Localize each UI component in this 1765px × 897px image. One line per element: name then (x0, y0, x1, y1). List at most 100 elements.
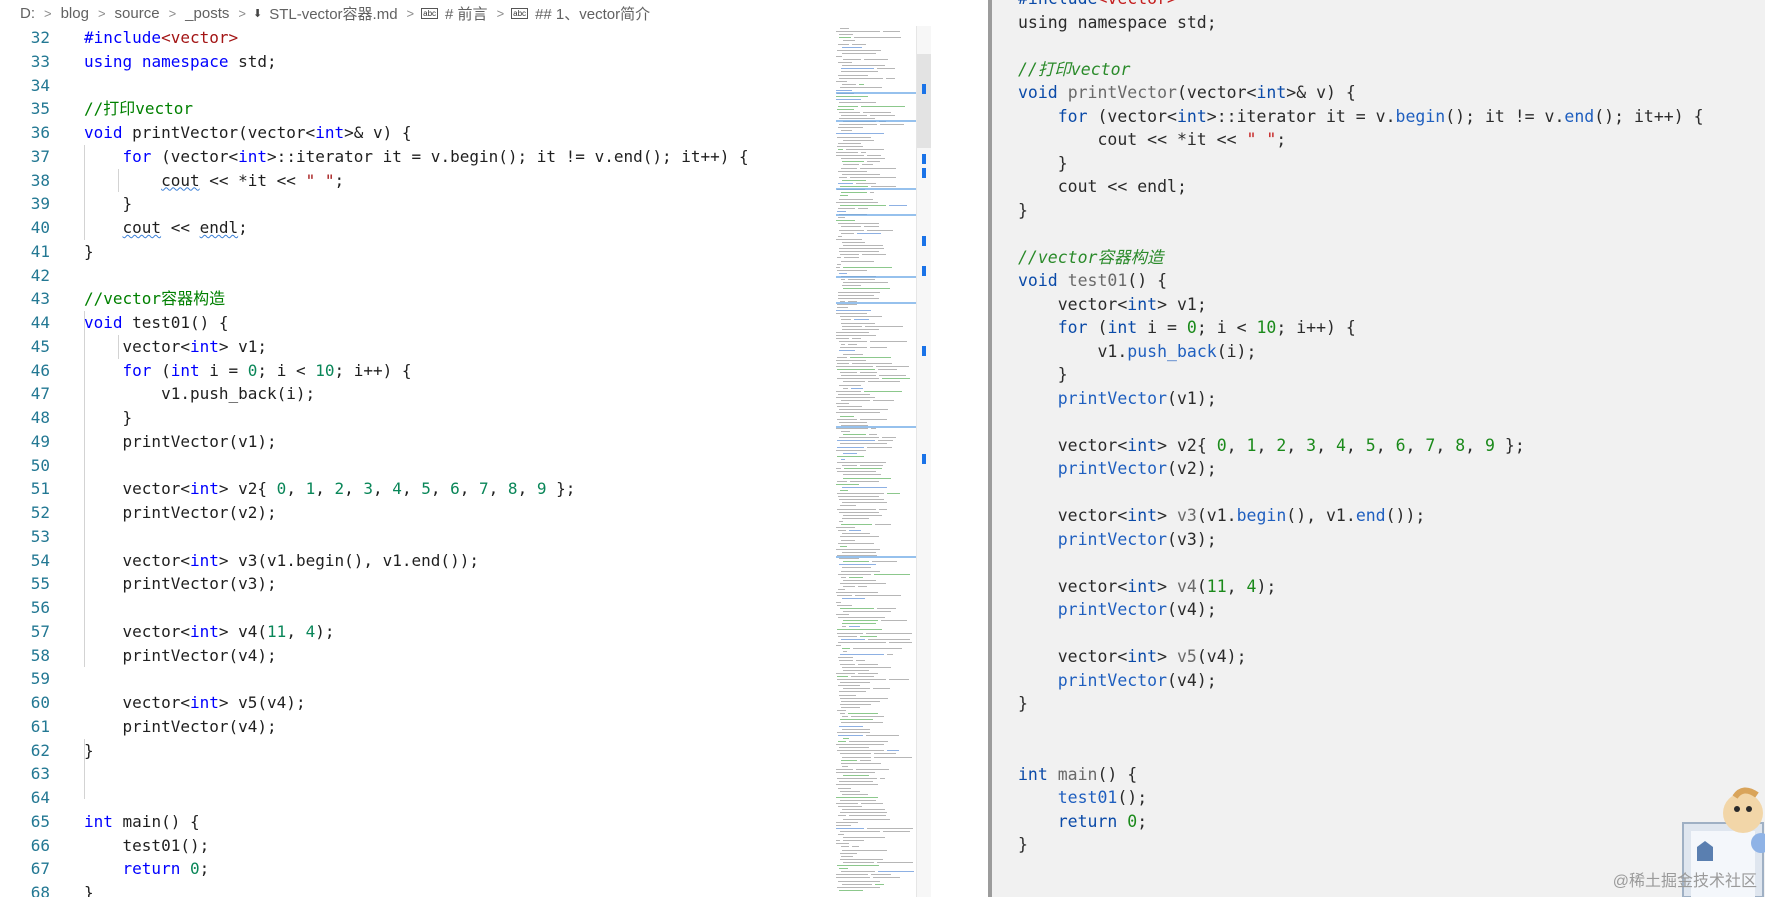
minimap-stroke (838, 734, 863, 736)
minimap-stroke (843, 387, 848, 389)
minimap-stroke (836, 96, 868, 98)
minimap-stroke (842, 849, 887, 851)
minimap-stroke (867, 229, 893, 231)
minimap-stroke (839, 694, 856, 696)
minimap-stroke (842, 765, 848, 767)
breadcrumb-item-drive[interactable]: D: (20, 5, 35, 22)
line-number: 52 (30, 503, 50, 522)
minimap-stroke (839, 889, 863, 891)
minimap-stroke (841, 226, 861, 228)
breadcrumb-item-posts[interactable]: _posts (185, 5, 229, 22)
scrollbar-thumb[interactable] (917, 54, 931, 148)
code-line: printVector(v4); (1057, 670, 1217, 690)
minimap-stroke (841, 400, 870, 401)
breadcrumb-item-heading1[interactable]: # 前言 (445, 3, 488, 24)
minimap-stroke (838, 207, 855, 209)
minimap-stroke (838, 589, 845, 591)
minimap-stroke (850, 480, 879, 482)
breadcrumb-item-source[interactable]: source (115, 5, 160, 22)
scroll-marker (922, 154, 926, 164)
code-line: printVector(v4); (84, 645, 277, 665)
breadcrumb-item-file[interactable]: STL-vector容器.md (269, 3, 397, 24)
minimap-stroke (852, 338, 861, 339)
minimap-stroke (836, 843, 849, 845)
minimap-stroke (848, 713, 878, 715)
minimap-stroke (872, 561, 897, 563)
minimap-stroke (871, 186, 896, 188)
code-editor[interactable]: 32 33 34 35 36 37 38 39 40 41 42 43 44 45 46 47 48 49 50 51… (0, 26, 830, 897)
minimap-stroke (844, 468, 882, 470)
vertical-scrollbar[interactable] (916, 26, 931, 897)
minimap-stroke (840, 316, 882, 318)
minimap-highlight (836, 188, 916, 190)
code-line: //打印vector (84, 99, 194, 119)
minimap-stroke (850, 356, 891, 358)
minimap-stroke (842, 517, 869, 519)
minimap-stroke (840, 858, 883, 860)
minimap-stroke (839, 725, 863, 727)
code-line: vector<int> v5(v4); (1018, 647, 1247, 666)
breadcrumb-item-blog[interactable]: blog (61, 5, 89, 22)
minimap-stroke (836, 31, 880, 33)
minimap-stroke (839, 499, 884, 501)
minimap-stroke (858, 663, 878, 665)
minimap-stroke (867, 161, 880, 163)
minimap-stroke (839, 77, 883, 79)
minimap-stroke (843, 514, 882, 516)
minimap-stroke (843, 837, 885, 839)
minimap-stroke (836, 821, 858, 823)
minimap-stroke (836, 601, 841, 603)
minimap-stroke (883, 830, 910, 832)
minimap-stroke (851, 716, 884, 718)
code-line: } (84, 408, 133, 427)
minimap[interactable] (836, 26, 916, 897)
minimap-stroke (836, 359, 866, 361)
minimap-stroke (841, 322, 875, 324)
minimap-stroke (858, 672, 878, 674)
minimap-stroke (841, 700, 880, 702)
minimap-stroke (843, 610, 891, 612)
minimap-stroke (837, 418, 857, 420)
minimap-stroke (837, 865, 879, 866)
minimap-stroke (838, 297, 879, 299)
minimap-stroke (871, 874, 891, 876)
right-preview-panel: #include<vector> using namespace std; //… (988, 0, 1765, 897)
line-number: 47 (30, 384, 50, 404)
minimap-stroke (840, 254, 859, 256)
minimap-stroke (843, 586, 855, 587)
minimap-stroke (887, 493, 900, 494)
minimap-stroke (836, 644, 841, 646)
minimap-stroke (887, 750, 899, 752)
minimap-stroke (837, 362, 849, 364)
minimap-stroke (842, 666, 891, 668)
minimap-stroke (881, 620, 907, 622)
minimap-stroke (840, 536, 879, 538)
line-number: 32 (30, 28, 50, 47)
minimap-stroke (841, 458, 845, 460)
minimap-stroke (837, 455, 864, 457)
minimap-stroke (843, 282, 888, 284)
minimap-stroke (837, 307, 848, 308)
line-number: 57 (30, 621, 50, 641)
minimap-stroke (841, 539, 855, 541)
minimap-stroke (841, 114, 867, 116)
minimap-stroke (877, 861, 913, 863)
minimap-stroke (837, 629, 882, 631)
minimap-stroke (843, 452, 857, 454)
minimap-stroke (858, 586, 867, 587)
minimap-stroke (875, 883, 884, 885)
code-area[interactable]: #include<vector> using namespace std; //… (84, 26, 814, 897)
code-line: vector<int> v5(v4); (84, 693, 306, 712)
minimap-stroke (836, 548, 880, 550)
breadcrumb-item-heading2[interactable]: ## 1、vector简介 (535, 3, 650, 24)
heading-symbol-icon: abc (511, 7, 529, 19)
minimap-stroke (842, 325, 862, 327)
minimap-stroke (865, 325, 903, 327)
minimap-stroke (862, 164, 873, 166)
minimap-stroke (841, 192, 867, 194)
